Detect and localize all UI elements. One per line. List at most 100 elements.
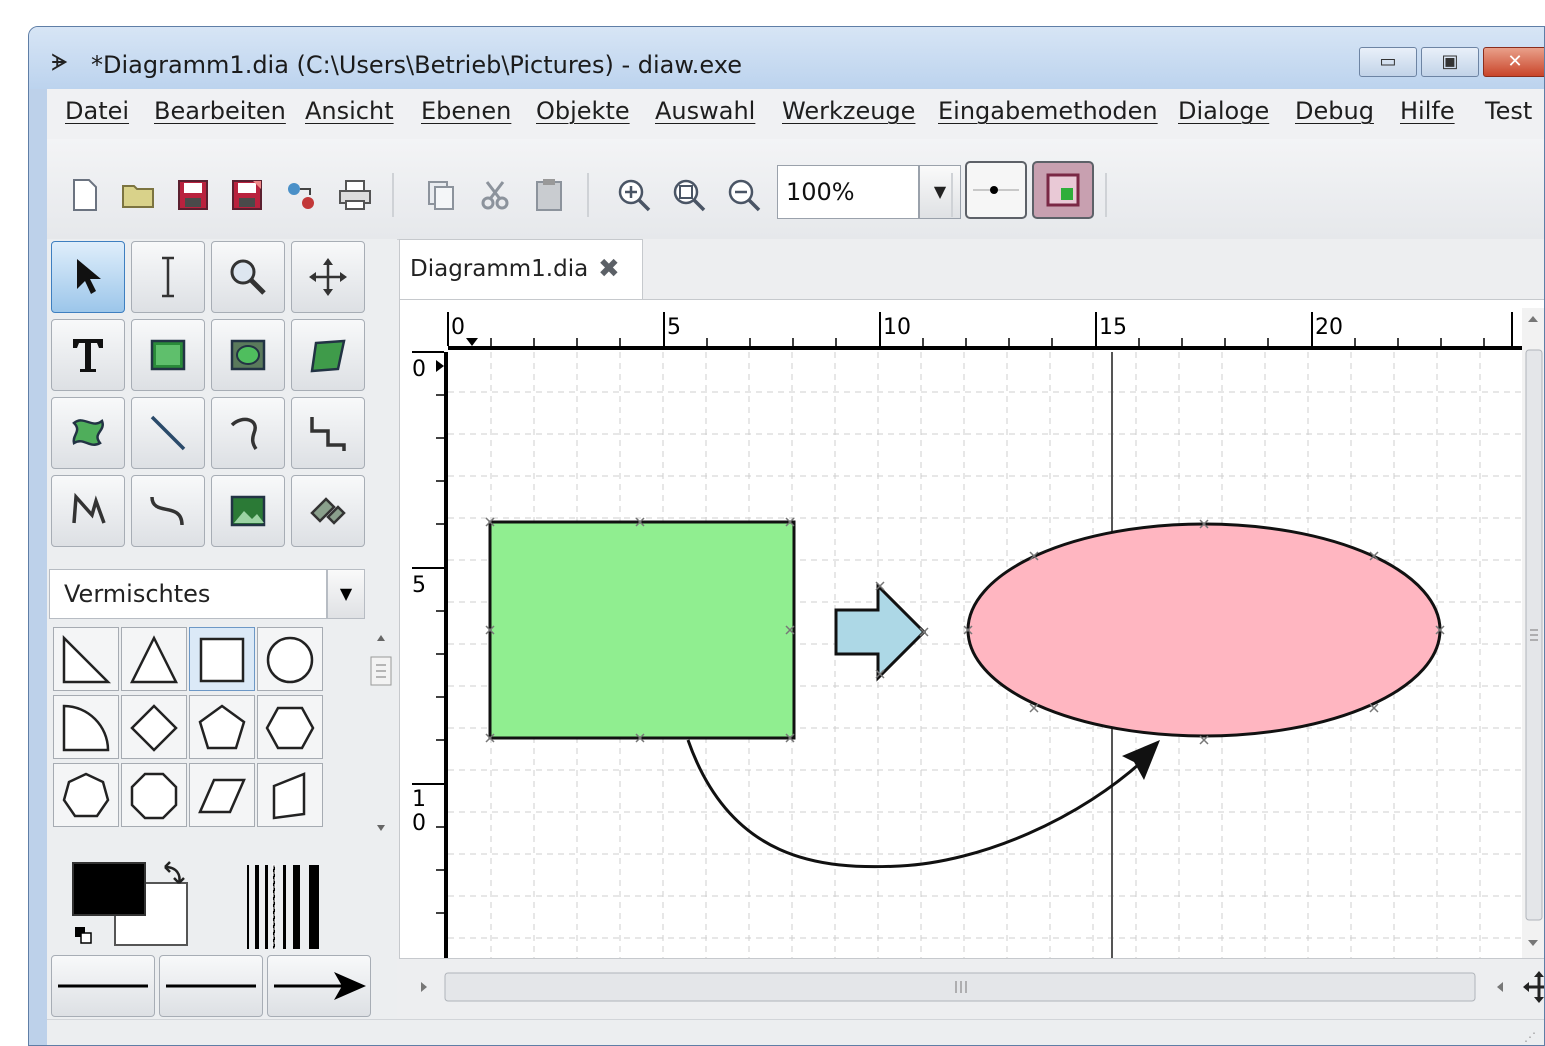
menu-ansicht[interactable]: Ansicht — [305, 97, 394, 125]
sheet-name: Vermischtes — [64, 580, 211, 608]
bezier-icon[interactable] — [131, 475, 205, 547]
cut-icon[interactable] — [473, 173, 517, 217]
octagon-icon[interactable] — [121, 763, 187, 827]
copy-icon[interactable] — [419, 173, 463, 217]
close-button[interactable]: ✕ — [1483, 47, 1544, 77]
chevron-down-icon: ▼ — [933, 182, 947, 201]
title-bar[interactable]: ᗘ *Diagramm1.dia (C:\Users\Betrieb\Pictu… — [29, 27, 1544, 89]
beziergon-icon[interactable] — [51, 397, 125, 469]
minimize-icon: ▭ — [1379, 51, 1397, 72]
text-tool-icon[interactable] — [51, 319, 125, 391]
menu-werkzeuge[interactable]: Werkzeuge — [782, 97, 915, 125]
right-triangle-icon[interactable] — [53, 627, 119, 691]
close-tab-icon[interactable]: ✖ — [598, 254, 620, 284]
green-rectangle — [488, 520, 796, 740]
zoom-combo[interactable]: 100% — [777, 165, 919, 219]
chevron-down-icon: ▼ — [339, 584, 353, 603]
resize-grip-icon[interactable]: ⋰ — [1524, 1030, 1536, 1044]
save-as-icon[interactable] — [225, 173, 269, 217]
pink-ellipse — [966, 522, 1442, 738]
ruler-h-5: 5 — [667, 315, 681, 340]
client-area: Datei Bearbeiten Ansicht Ebenen Objekte … — [47, 89, 1544, 1045]
menu-debug[interactable]: Debug — [1295, 97, 1374, 125]
ruler-v-5: 5 — [412, 573, 426, 598]
box-icon[interactable] — [131, 319, 205, 391]
export-icon[interactable] — [279, 173, 323, 217]
menu-test[interactable]: Test — [1485, 97, 1532, 125]
color-area — [47, 851, 397, 961]
hexagon-icon[interactable] — [257, 695, 323, 759]
menu-bar: Datei Bearbeiten Ansicht Ebenen Objekte … — [47, 89, 1544, 140]
ruler-v-10-a: 1 — [412, 787, 426, 812]
diamond-icon[interactable] — [121, 695, 187, 759]
snap-grid-icon — [973, 186, 1019, 194]
print-icon[interactable] — [333, 173, 377, 217]
zoom-fit-icon[interactable] — [667, 173, 711, 217]
dia-logo-icon: ᗘ — [51, 49, 69, 77]
horizontal-ruler: 0 5 10 15 20 — [447, 308, 1522, 350]
ellipse-icon[interactable] — [211, 319, 285, 391]
polyline-icon[interactable] — [51, 475, 125, 547]
quarter-circle-icon[interactable] — [53, 695, 119, 759]
line-style-button[interactable] — [159, 955, 263, 1017]
toolbar-separator — [951, 173, 953, 217]
sheet-dropdown-button[interactable]: ▼ — [327, 569, 365, 619]
minimize-button[interactable]: ▭ — [1359, 47, 1417, 77]
arrow-right-icon — [274, 972, 366, 1000]
save-icon[interactable] — [171, 173, 215, 217]
ruler-h-10: 10 — [883, 315, 911, 340]
image-icon[interactable] — [211, 475, 285, 547]
magnify-icon[interactable] — [211, 241, 285, 313]
zoom-in-icon[interactable] — [612, 173, 656, 217]
app-window: ᗘ *Diagramm1.dia (C:\Users\Betrieb\Pictu… — [28, 26, 1545, 1046]
menu-ebenen[interactable]: Ebenen — [421, 97, 511, 125]
navigate-icon — [1523, 971, 1544, 1003]
horizontal-scrollbar[interactable] — [399, 961, 1544, 1013]
circle-icon[interactable] — [257, 627, 323, 691]
foreground-color-swatch — [72, 862, 146, 916]
pentagon-icon[interactable] — [189, 695, 255, 759]
end-arrow-button[interactable] — [267, 955, 371, 1017]
scroll-icon[interactable] — [291, 241, 365, 313]
zoom-dropdown-button[interactable]: ▼ — [919, 165, 961, 219]
menu-hilfe[interactable]: Hilfe — [1400, 97, 1455, 125]
ruler-h-15: 15 — [1099, 315, 1127, 340]
square-icon[interactable] — [189, 627, 255, 691]
sheet-selector[interactable]: Vermischtes — [49, 569, 327, 619]
new-icon[interactable] — [63, 173, 107, 217]
start-arrow-button[interactable] — [51, 955, 155, 1017]
status-bar: ⋰ — [47, 1019, 1544, 1045]
zoom-out-icon[interactable] — [722, 173, 766, 217]
toolbar-separator — [1105, 173, 1107, 217]
zoom-value: 100% — [786, 178, 855, 206]
paste-icon[interactable] — [527, 173, 571, 217]
line-icon[interactable] — [131, 397, 205, 469]
arc-icon[interactable] — [211, 397, 285, 469]
maximize-button[interactable]: ▣ — [1421, 47, 1479, 77]
tab-diagramm1[interactable]: Diagramm1.dia ✖ — [399, 239, 643, 301]
parallelogram-icon[interactable] — [189, 763, 255, 827]
menu-eingabemethoden[interactable]: Eingabemethoden — [938, 97, 1158, 125]
canvas-frame: 0 5 10 15 20 0 5 1 0 — [399, 299, 1544, 959]
outline-icon[interactable] — [291, 475, 365, 547]
text-edit-icon[interactable] — [131, 241, 205, 313]
polygon-icon[interactable] — [291, 319, 365, 391]
menu-datei[interactable]: Datei — [65, 97, 129, 125]
heptagon-icon[interactable] — [53, 763, 119, 827]
shapes-scrollbar[interactable] — [369, 627, 393, 837]
menu-dialoge[interactable]: Dialoge — [1178, 97, 1269, 125]
menu-objekte[interactable]: Objekte — [536, 97, 630, 125]
trapezoid-icon[interactable] — [257, 763, 323, 827]
zigzag-icon[interactable] — [291, 397, 365, 469]
ruler-h-20: 20 — [1315, 315, 1343, 340]
menu-auswahl[interactable]: Auswahl — [655, 97, 755, 125]
triangle-icon[interactable] — [121, 627, 187, 691]
snap-to-grid-toggle[interactable] — [965, 161, 1027, 219]
vertical-scrollbar — [1522, 308, 1544, 958]
toolbar: 100% ▼ — [47, 139, 1544, 240]
open-icon[interactable] — [117, 173, 161, 217]
menu-bearbeiten[interactable]: Bearbeiten — [154, 97, 286, 125]
snap-to-objects-toggle[interactable] — [1032, 161, 1094, 219]
toolbox: Vermischtes ▼ — [47, 239, 397, 1045]
pointer-icon[interactable] — [51, 241, 125, 313]
